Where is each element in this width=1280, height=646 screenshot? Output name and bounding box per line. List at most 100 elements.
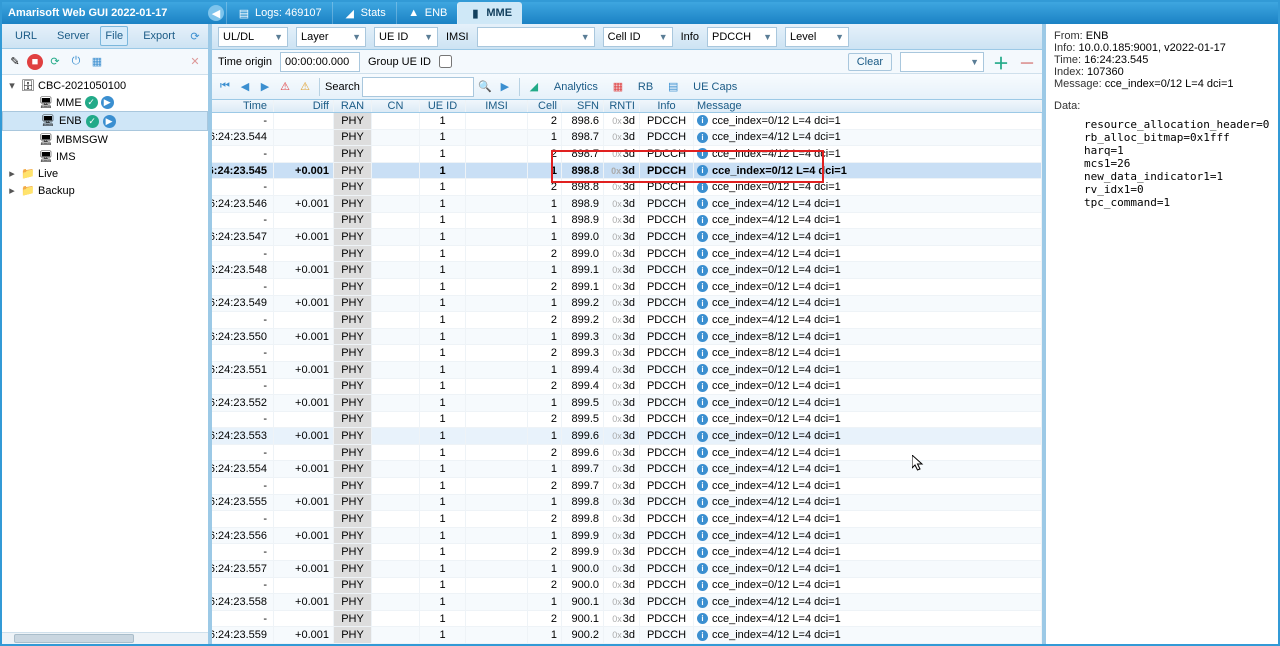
col-diff[interactable]: Diff <box>274 100 334 112</box>
url-button[interactable]: URL <box>6 27 46 45</box>
info-icon: i <box>697 348 708 359</box>
ok-badge-icon: ✓ <box>85 96 98 109</box>
log-row[interactable]: 16:24:23.544PHY11898.70x3dPDCCHicce_inde… <box>212 130 1042 147</box>
tree[interactable]: ▾🗄CBC-2021050100🖥MME✓▶🖥ENB✓▶🖥MBMSGW🖥IMS▸… <box>2 75 208 632</box>
tree-item-live[interactable]: ▸📁Live <box>2 165 208 182</box>
log-row[interactable]: -PHY12899.10x3dPDCCHicce_index=0/12 L=4 … <box>212 279 1042 296</box>
time-origin-input[interactable] <box>280 52 360 72</box>
analytics-button[interactable]: Analytics <box>545 78 607 96</box>
tree-item-backup[interactable]: ▸📁Backup <box>2 182 208 199</box>
close-panel-icon[interactable]: ✕ <box>186 53 204 71</box>
tree-item-ims[interactable]: 🖥IMS <box>2 148 208 165</box>
tree-item-cbc-2021050100[interactable]: ▾🗄CBC-2021050100 <box>2 77 208 94</box>
col-message[interactable]: Message <box>694 100 1042 112</box>
log-row[interactable]: -PHY12899.40x3dPDCCHicce_index=0/12 L=4 … <box>212 379 1042 396</box>
nav-next-icon[interactable]: ▶ <box>256 78 274 96</box>
log-row[interactable]: 16:24:23.553+0.001PHY11899.60x3dPDCCHicc… <box>212 428 1042 445</box>
stop-icon[interactable]: ■ <box>27 54 43 70</box>
col-cell[interactable]: Cell <box>528 100 562 112</box>
tree-item-enb[interactable]: 🖥ENB✓▶ <box>2 111 208 131</box>
cellid-select[interactable]: Cell ID▼ <box>603 27 673 47</box>
log-row[interactable]: -PHY11898.90x3dPDCCHicce_index=4/12 L=4 … <box>212 213 1042 230</box>
twist-icon[interactable]: ▾ <box>6 79 18 92</box>
info-select[interactable]: PDCCH▼ <box>707 27 777 47</box>
log-row[interactable]: -PHY12899.20x3dPDCCHicce_index=4/12 L=4 … <box>212 312 1042 329</box>
twist-icon[interactable]: ▸ <box>6 167 18 180</box>
log-row[interactable]: 16:24:23.558+0.001PHY11900.10x3dPDCCHicc… <box>212 594 1042 611</box>
log-row[interactable]: 16:24:23.559+0.001PHY11900.20x3dPDCCHicc… <box>212 627 1042 644</box>
col-ue-id[interactable]: UE ID <box>420 100 466 112</box>
log-row[interactable]: -PHY12899.90x3dPDCCHicce_index=4/12 L=4 … <box>212 544 1042 561</box>
tree-item-mme[interactable]: 🖥MME✓▶ <box>2 94 208 111</box>
from-value: ENB <box>1086 30 1109 42</box>
log-row[interactable]: 16:24:23.546+0.001PHY11898.90x3dPDCCHicc… <box>212 196 1042 213</box>
tab-logs-[interactable]: ▤Logs: 469107 <box>226 2 332 24</box>
warn-icon[interactable]: ⚠ <box>276 78 294 96</box>
nav-first-icon[interactable]: ⏮ <box>216 78 234 96</box>
export-button[interactable]: Export <box>134 27 184 45</box>
search-next-icon[interactable]: ▶ <box>496 78 514 96</box>
level-select[interactable]: Level▼ <box>785 27 849 47</box>
col-ran[interactable]: RAN <box>334 100 372 112</box>
log-row[interactable]: 16:24:23.545+0.001PHY11898.80x3dPDCCHicc… <box>212 163 1042 180</box>
log-row[interactable]: 16:24:23.550+0.001PHY11899.30x3dPDCCHicc… <box>212 329 1042 346</box>
log-row[interactable]: 16:24:23.551+0.001PHY11899.40x3dPDCCHicc… <box>212 362 1042 379</box>
tab-mme[interactable]: ▮MME <box>457 2 522 24</box>
log-row[interactable]: 16:24:23.548+0.001PHY11899.10x3dPDCCHicc… <box>212 262 1042 279</box>
log-row[interactable]: 16:24:23.554+0.001PHY11899.70x3dPDCCHicc… <box>212 461 1042 478</box>
log-row[interactable]: -PHY12899.80x3dPDCCHicce_index=4/12 L=4 … <box>212 511 1042 528</box>
warn2-icon[interactable]: ⚠ <box>296 78 314 96</box>
col-rnti[interactable]: RNTI <box>604 100 640 112</box>
reload-icon[interactable]: ⟳ <box>46 53 64 71</box>
terminal-icon[interactable]: ▦ <box>88 53 106 71</box>
log-grid[interactable]: TimeDiffRANCNUE IDIMSICellSFNRNTIInfoMes… <box>212 100 1042 644</box>
collapse-left-icon[interactable]: ◀ <box>208 5 224 21</box>
rb-button[interactable]: RB <box>629 78 662 96</box>
remove-icon[interactable]: － <box>1018 53 1036 71</box>
tab-enb[interactable]: ▲ENB <box>396 2 458 24</box>
power-icon[interactable]: ⏻ <box>67 53 85 71</box>
log-row[interactable]: -PHY12899.50x3dPDCCHicce_index=0/12 L=4 … <box>212 412 1042 429</box>
log-row[interactable]: -PHY12900.10x3dPDCCHicce_index=4/12 L=4 … <box>212 611 1042 628</box>
ueid-select[interactable]: UE ID▼ <box>374 27 438 47</box>
log-row[interactable]: 16:24:23.557+0.001PHY11900.00x3dPDCCHicc… <box>212 561 1042 578</box>
nav-prev-icon[interactable]: ◀ <box>236 78 254 96</box>
log-row[interactable]: -PHY12898.80x3dPDCCHicce_index=0/12 L=4 … <box>212 179 1042 196</box>
log-row[interactable]: 16:24:23.552+0.001PHY11899.50x3dPDCCHicc… <box>212 395 1042 412</box>
col-info[interactable]: Info <box>640 100 694 112</box>
log-row[interactable]: 16:24:23.547+0.001PHY11899.00x3dPDCCHicc… <box>212 229 1042 246</box>
col-imsi[interactable]: IMSI <box>466 100 528 112</box>
search-input[interactable] <box>362 77 474 97</box>
binoculars-icon[interactable]: 🔍 <box>476 78 494 96</box>
log-row[interactable]: -PHY12899.60x3dPDCCHicce_index=4/12 L=4 … <box>212 445 1042 462</box>
group-ueid-checkbox[interactable] <box>439 55 452 68</box>
imsi-select[interactable]: ▼ <box>477 27 595 47</box>
left-hscroll[interactable] <box>2 632 208 644</box>
uldl-select[interactable]: UL/DL▼ <box>218 27 288 47</box>
log-row[interactable]: -PHY12900.00x3dPDCCHicce_index=0/12 L=4 … <box>212 578 1042 595</box>
log-row[interactable]: -PHY12899.30x3dPDCCHicce_index=8/12 L=4 … <box>212 345 1042 362</box>
log-row[interactable]: -PHY12898.70x3dPDCCHicce_index=4/12 L=4 … <box>212 146 1042 163</box>
uecaps-button[interactable]: UE Caps <box>684 78 746 96</box>
add-icon[interactable]: ＋ <box>992 53 1010 71</box>
col-cn[interactable]: CN <box>372 100 420 112</box>
clear-button[interactable]: Clear <box>848 53 892 71</box>
log-row[interactable]: 16:24:23.556+0.001PHY11899.90x3dPDCCHicc… <box>212 528 1042 545</box>
log-row[interactable]: -PHY12898.60x3dPDCCHicce_index=0/12 L=4 … <box>212 113 1042 130</box>
server-button[interactable]: Server <box>48 27 98 45</box>
col-sfn[interactable]: SFN <box>562 100 604 112</box>
time-label: Time: <box>1054 54 1081 66</box>
profile-select[interactable]: ▼ <box>900 52 984 72</box>
log-row[interactable]: 16:24:23.549+0.001PHY11899.20x3dPDCCHicc… <box>212 296 1042 313</box>
wand-icon[interactable]: ✎ <box>6 53 24 71</box>
twist-icon[interactable]: ▸ <box>6 184 18 197</box>
log-row[interactable]: 16:24:23.555+0.001PHY11899.80x3dPDCCHicc… <box>212 495 1042 512</box>
layer-select[interactable]: Layer▼ <box>296 27 366 47</box>
file-button[interactable]: File <box>100 26 128 46</box>
tree-item-mbmsgw[interactable]: 🖥MBMSGW <box>2 131 208 148</box>
log-row[interactable]: -PHY12899.00x3dPDCCHicce_index=4/12 L=4 … <box>212 246 1042 263</box>
col-time[interactable]: Time <box>212 100 274 112</box>
tab-stats[interactable]: ◢Stats <box>332 2 396 24</box>
log-row[interactable]: -PHY12899.70x3dPDCCHicce_index=4/12 L=4 … <box>212 478 1042 495</box>
refresh-icon[interactable]: ⟳ <box>186 27 204 45</box>
